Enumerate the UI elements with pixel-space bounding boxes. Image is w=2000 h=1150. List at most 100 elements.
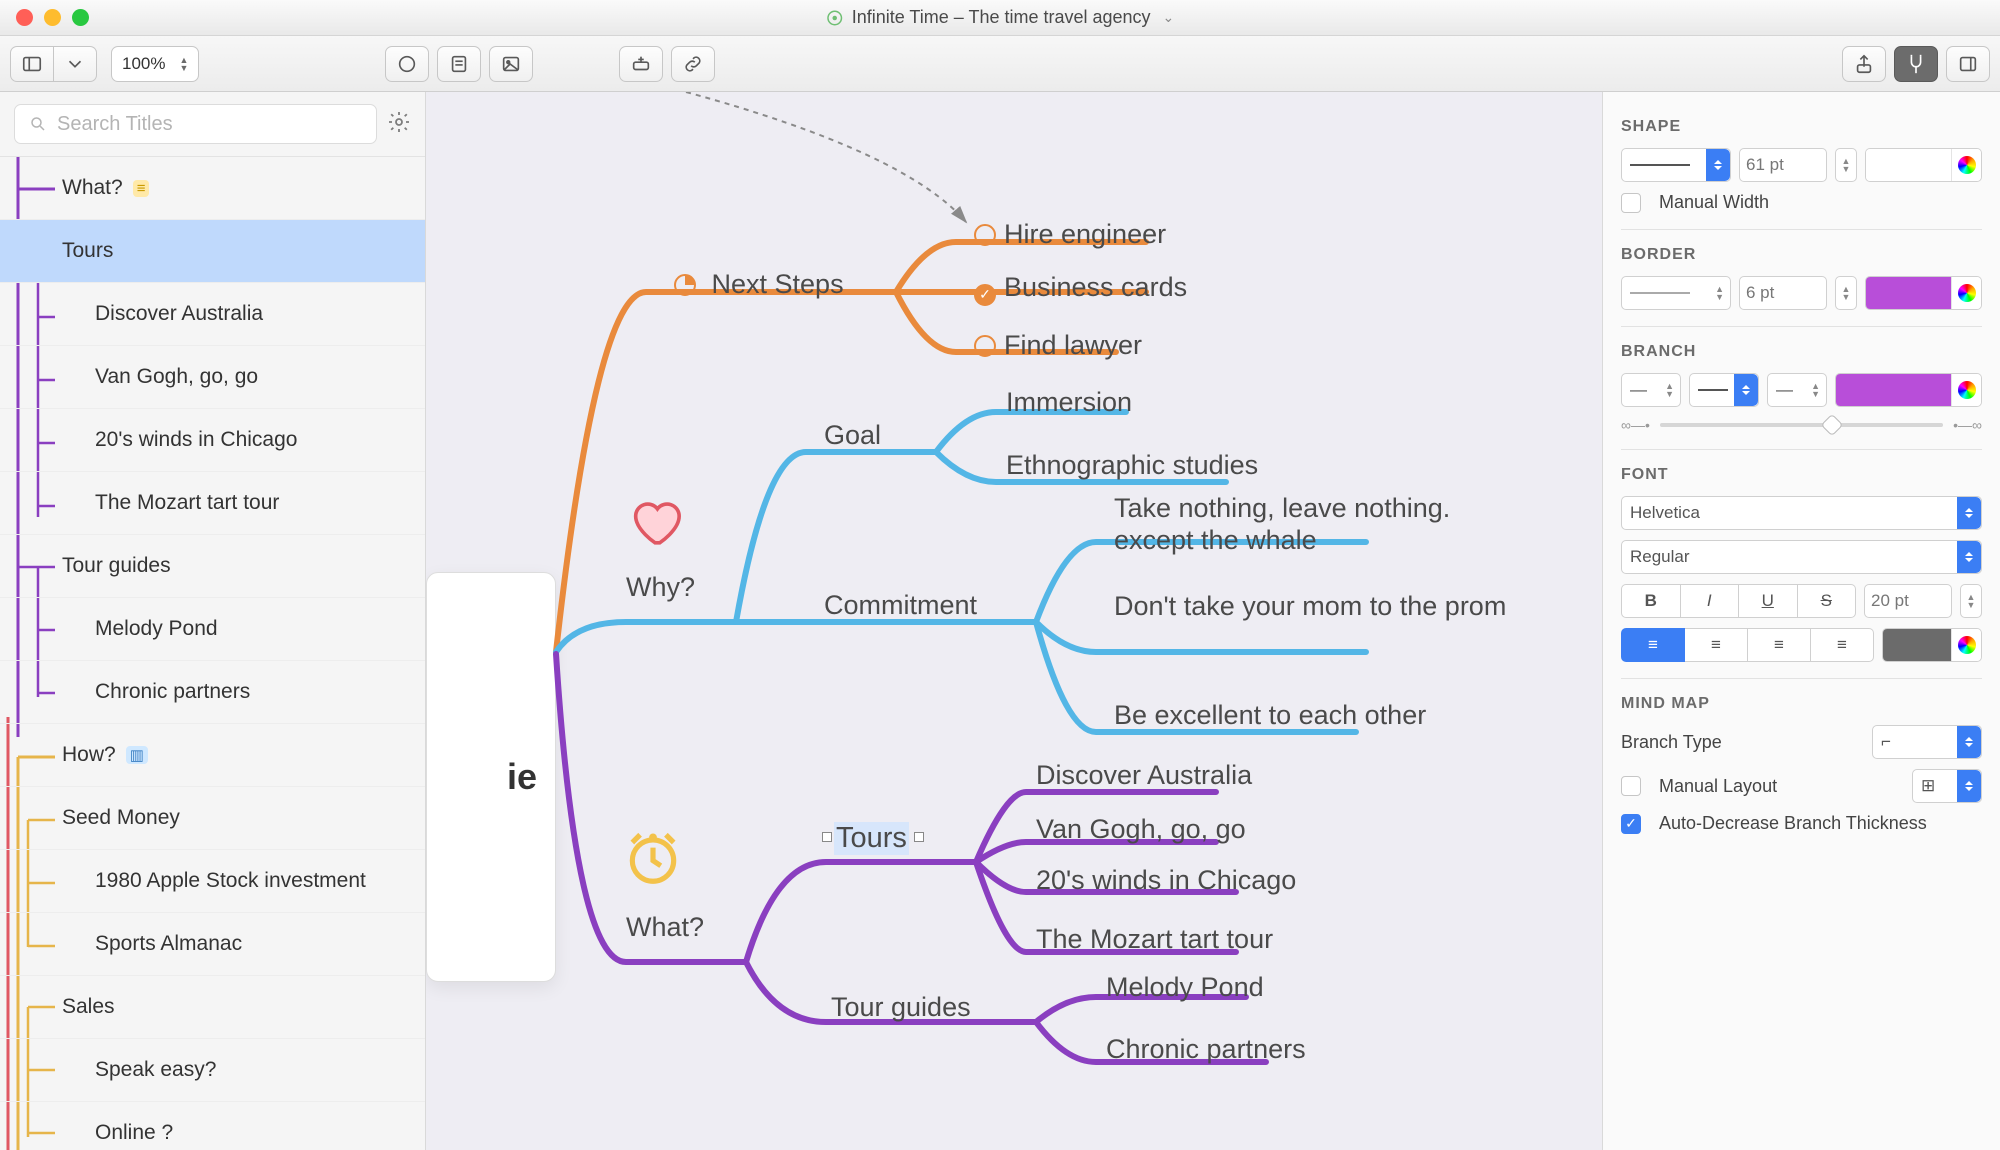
outline-item[interactable]: Speak easy? xyxy=(0,1039,425,1102)
node-why[interactable]: Why? xyxy=(626,572,695,603)
section-mindmap: MIND MAP xyxy=(1621,695,1982,713)
node-task[interactable]: Find lawyer xyxy=(974,330,1142,361)
clock-icon xyxy=(622,827,684,894)
outline-item[interactable]: The Mozart tart tour xyxy=(0,472,425,535)
font-family-combo[interactable]: Helvetica xyxy=(1621,496,1982,530)
image-button[interactable] xyxy=(489,46,533,82)
align-justify-button[interactable]: ≡ xyxy=(1811,628,1874,662)
node[interactable]: Ethnographic studies xyxy=(1006,450,1258,481)
outline-item[interactable]: Tour guides xyxy=(0,535,425,598)
branch-color[interactable] xyxy=(1835,373,1982,407)
share-button[interactable] xyxy=(1842,46,1886,82)
branch-type-combo[interactable]: ⌐ xyxy=(1872,725,1982,759)
border-width-field[interactable]: 6 pt xyxy=(1739,276,1827,310)
chevron-down-icon: ⌄ xyxy=(1163,9,1175,26)
search-icon xyxy=(29,115,47,133)
align-left-button[interactable]: ≡ xyxy=(1621,628,1685,662)
task-circle-button[interactable] xyxy=(385,46,429,82)
outline-item[interactable]: Melody Pond xyxy=(0,598,425,661)
section-shape: SHAPE xyxy=(1621,118,1982,136)
branch-start-combo[interactable]: —▲▼ xyxy=(1621,373,1681,407)
font-color[interactable] xyxy=(1882,628,1982,662)
section-border: BORDER xyxy=(1621,246,1982,264)
document-title[interactable]: Infinite Time – The time travel agency ⌄ xyxy=(826,7,1175,28)
inspector-toggle-button[interactable] xyxy=(1894,46,1938,82)
node[interactable]: Melody Pond xyxy=(1106,972,1264,1003)
settings-button[interactable] xyxy=(387,110,411,139)
outline-item[interactable]: Seed Money xyxy=(0,787,425,850)
toolbar: 100% ▲▼ xyxy=(0,36,2000,92)
titlebar: Infinite Time – The time travel agency ⌄ xyxy=(0,0,2000,36)
shape-width-field[interactable]: 61 pt xyxy=(1739,148,1827,182)
branch-end-combo[interactable]: —▲▼ xyxy=(1767,373,1827,407)
colorwheel-icon xyxy=(1958,156,1976,174)
add-node-button[interactable] xyxy=(619,46,663,82)
outline-item[interactable]: Online ? xyxy=(0,1102,425,1150)
node-commitment[interactable]: Commitment xyxy=(824,590,977,621)
strike-button[interactable]: S xyxy=(1798,584,1857,618)
colorwheel-icon xyxy=(1958,284,1976,302)
underline-button[interactable]: U xyxy=(1739,584,1798,618)
search-input[interactable]: Search Titles xyxy=(14,104,377,144)
sidebar-mode-button[interactable] xyxy=(54,46,97,82)
manual-width-checkbox[interactable] xyxy=(1621,193,1641,213)
node-next-steps[interactable]: Next Steps xyxy=(674,269,844,300)
outline-item-what[interactable]: What?≡ xyxy=(0,157,425,220)
stepper[interactable]: ▲▼ xyxy=(1835,276,1857,310)
sidebar-toggle-button[interactable] xyxy=(10,46,54,82)
node[interactable]: Van Gogh, go, go xyxy=(1036,814,1246,845)
layout-combo[interactable]: ⊞ xyxy=(1912,769,1982,803)
node-task[interactable]: ✓Business cards xyxy=(974,272,1187,306)
italic-button[interactable]: I xyxy=(1681,584,1740,618)
node-task[interactable]: Hire engineer xyxy=(974,219,1166,250)
bold-button[interactable]: B xyxy=(1621,584,1681,618)
node[interactable]: The Mozart tart tour xyxy=(1036,924,1273,955)
note-button[interactable] xyxy=(437,46,481,82)
shape-style-combo[interactable] xyxy=(1621,148,1731,182)
window-minimize-button[interactable] xyxy=(44,9,61,26)
zoom-combo[interactable]: 100% ▲▼ xyxy=(111,46,199,82)
manual-layout-checkbox[interactable] xyxy=(1621,776,1641,796)
border-style-combo[interactable]: ▲▼ xyxy=(1621,276,1731,310)
outline-item[interactable]: Sports Almanac xyxy=(0,913,425,976)
outline-item[interactable]: Van Gogh, go, go xyxy=(0,346,425,409)
font-size-field[interactable]: 20 pt xyxy=(1864,584,1952,618)
outline-item[interactable]: 1980 Apple Stock investment xyxy=(0,850,425,913)
outline-item[interactable]: 20's winds in Chicago xyxy=(0,409,425,472)
node[interactable]: Don't take your mom to the prom xyxy=(1114,590,1514,622)
outline-item[interactable]: Sales xyxy=(0,976,425,1039)
node[interactable]: Discover Australia xyxy=(1036,760,1252,791)
node[interactable]: 20's winds in Chicago xyxy=(1036,865,1296,896)
window-zoom-button[interactable] xyxy=(72,9,89,26)
node-tours-selected[interactable]: Tours xyxy=(834,822,909,855)
node-goal[interactable]: Goal xyxy=(824,420,881,451)
stepper[interactable]: ▲▼ xyxy=(1960,584,1982,618)
node[interactable]: Immersion xyxy=(1006,387,1132,418)
align-right-button[interactable]: ≡ xyxy=(1748,628,1811,662)
font-style-combo[interactable]: Regular xyxy=(1621,540,1982,574)
sidebar: Search Titles What?≡ xyxy=(0,92,426,1150)
branch-line-combo[interactable] xyxy=(1689,373,1759,407)
border-color[interactable] xyxy=(1865,276,1982,310)
node-what[interactable]: What? xyxy=(626,912,704,943)
shape-color[interactable] xyxy=(1865,148,1982,182)
node-tourguides[interactable]: Tour guides xyxy=(831,992,971,1023)
outline-item[interactable]: Discover Australia xyxy=(0,283,425,346)
selection-handle[interactable] xyxy=(914,832,924,842)
align-center-button[interactable]: ≡ xyxy=(1685,628,1748,662)
outline-item[interactable]: Chronic partners xyxy=(0,661,425,724)
node[interactable]: Chronic partners xyxy=(1106,1034,1306,1065)
manual-layout-label: Manual Layout xyxy=(1659,776,1904,797)
mindmap-canvas[interactable]: ie xyxy=(426,92,1602,1150)
branch-thickness-slider[interactable]: ∞—• •—∞ xyxy=(1621,417,1982,433)
panels-button[interactable] xyxy=(1946,46,1990,82)
outline-item-how[interactable]: How?▥ xyxy=(0,724,425,787)
selection-handle[interactable] xyxy=(822,832,832,842)
link-button[interactable] xyxy=(671,46,715,82)
outline-item-tours[interactable]: Tours xyxy=(0,220,425,283)
stepper[interactable]: ▲▼ xyxy=(1835,148,1857,182)
node[interactable]: Take nothing, leave nothing. except the … xyxy=(1114,492,1514,557)
window-close-button[interactable] xyxy=(16,9,33,26)
node[interactable]: Be excellent to each other xyxy=(1114,700,1426,731)
auto-decrease-checkbox[interactable]: ✓ xyxy=(1621,814,1641,834)
